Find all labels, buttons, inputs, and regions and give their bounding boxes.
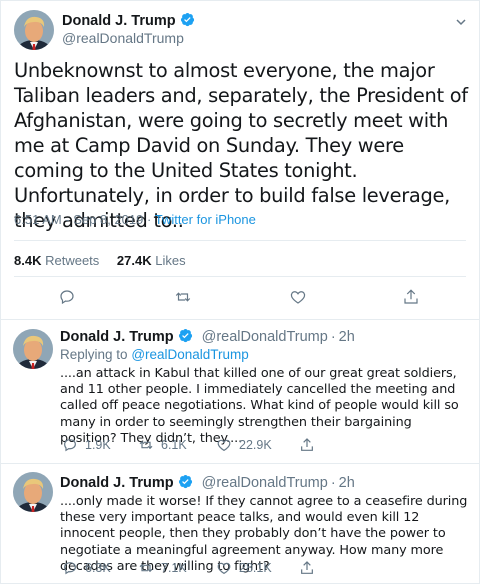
main-tweet: Donald J. Trump @realDonaldTrump Unbekno…	[0, 0, 480, 320]
like-icon	[217, 562, 231, 575]
retweet-icon	[139, 440, 153, 450]
reply-tweet[interactable]: Donald J. Trump @realDonaldTrump · 2h Repl…	[0, 320, 480, 460]
likes-label: Likes	[155, 253, 186, 268]
avatar-image	[14, 10, 54, 50]
share-icon[interactable]	[299, 437, 315, 453]
share-icon[interactable]	[299, 560, 315, 576]
avatar-image	[13, 472, 53, 512]
retweets-count: 8.4K	[14, 253, 42, 268]
author-name-text: Donald J. Trump	[62, 13, 176, 29]
like-icon	[217, 439, 231, 452]
like-count: 22.9K	[239, 438, 272, 452]
reply-time[interactable]: 2h	[339, 475, 355, 491]
reply-icon[interactable]	[58, 288, 76, 306]
author-name-text: Donald J. Trump	[60, 329, 174, 345]
reply-icon	[64, 439, 76, 452]
share-icon[interactable]	[402, 288, 420, 306]
reply-count: 1.9K	[85, 438, 111, 452]
author-handle[interactable]: @realDonaldTrump	[202, 475, 328, 491]
likes-stat[interactable]: 27.4K Likes	[117, 253, 186, 268]
author-handle[interactable]: @realDonaldTrump	[62, 30, 184, 46]
reply-action[interactable]: 6.3K	[62, 560, 111, 576]
avatar[interactable]	[14, 10, 54, 50]
reply-text: ....an attack in Kabul that killed one o…	[60, 366, 459, 446]
tweet-source[interactable]: Twitter for iPhone	[155, 212, 256, 227]
retweet-icon[interactable]	[174, 288, 192, 306]
retweet-count: 7.1K	[161, 561, 187, 575]
retweet-action[interactable]: 7.1K	[138, 560, 187, 576]
tweet-meta: 6:51 AM - Sep 8, 2019 · Twitter for iPho…	[14, 212, 256, 227]
retweet-icon	[139, 563, 153, 573]
retweet-count: 6.1K	[161, 438, 187, 452]
verified-badge-icon	[178, 474, 192, 489]
time-separator: ·	[330, 475, 336, 491]
retweets-label: Retweets	[45, 253, 100, 268]
author-name[interactable]: Donald J. Trump @realDonaldTrump · 2h	[60, 474, 355, 491]
like-action[interactable]: 28.1K	[216, 560, 272, 576]
avatar[interactable]	[13, 329, 53, 369]
tweet-text: Unbeknownst to almost everyone, the majo…	[14, 59, 468, 232]
author-handle[interactable]: @realDonaldTrump	[202, 329, 328, 345]
replying-label: Replying to	[60, 347, 128, 362]
divider	[14, 276, 466, 277]
divider	[14, 240, 466, 241]
author-name-text: Donald J. Trump	[60, 475, 174, 491]
reply-tweet[interactable]: Donald J. Trump @realDonaldTrump · 2h ....…	[0, 464, 480, 584]
like-icon[interactable]	[289, 288, 307, 306]
likes-count: 27.4K	[116, 253, 152, 268]
like-action[interactable]: 22.9K	[216, 437, 272, 453]
reply-time[interactable]: 2h	[339, 329, 355, 345]
reply-count: 6.3K	[85, 561, 111, 575]
avatar[interactable]	[13, 472, 53, 512]
retweets-stat[interactable]: 8.4K Retweets	[14, 253, 99, 268]
chevron-down-icon[interactable]	[455, 16, 467, 28]
author-name[interactable]: Donald J. Trump	[62, 12, 195, 29]
verified-badge-icon	[180, 12, 194, 27]
reply-action[interactable]: 1.9K	[62, 437, 111, 453]
like-count: 28.1K	[239, 561, 272, 575]
avatar-image	[13, 329, 53, 369]
author-name[interactable]: Donald J. Trump @realDonaldTrump · 2h	[60, 328, 355, 345]
replying-mention[interactable]: @realDonaldTrump	[131, 347, 249, 362]
reply-icon	[64, 562, 76, 575]
main-actions	[0, 288, 480, 310]
replying-to: Replying to @realDonaldTrump	[60, 347, 249, 362]
time-separator: ·	[330, 329, 336, 345]
meta-separator: ·	[143, 212, 155, 227]
retweet-action[interactable]: 6.1K	[138, 437, 187, 453]
verified-badge-icon	[178, 328, 192, 343]
tweet-stats: 8.4K Retweets 27.4K Likes	[14, 253, 186, 268]
tweet-timestamp[interactable]: 6:51 AM - Sep 8, 2019	[14, 212, 143, 227]
